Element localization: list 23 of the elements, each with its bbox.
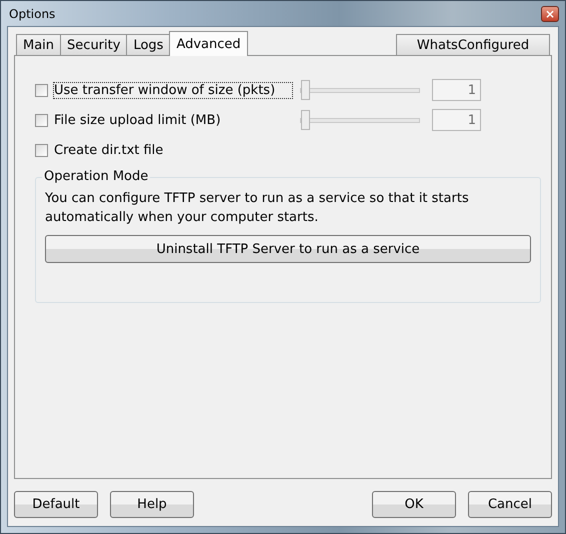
- tab[interactable]: Advanced: [169, 31, 248, 56]
- whats-configured-button[interactable]: WhatsConfigured: [396, 34, 550, 56]
- option-label: Create dir.txt file: [53, 142, 164, 158]
- option-label: Use transfer window of size (pkts): [53, 82, 293, 98]
- slider-thumb[interactable]: [301, 80, 310, 100]
- dialog-button[interactable]: Help: [110, 491, 194, 518]
- option-label: File size upload limit (MB): [53, 112, 222, 128]
- dialog-button[interactable]: Cancel: [468, 491, 552, 518]
- window-title: Options: [8, 6, 56, 20]
- slider-thumb[interactable]: [301, 110, 310, 130]
- tab[interactable]: Security: [60, 34, 128, 56]
- value-field[interactable]: 1: [432, 79, 481, 101]
- description-text: You can configure TFTP server to run as a service so that it starts automatically when your computer starts.: [45, 190, 470, 227]
- dialog-button[interactable]: OK: [372, 491, 456, 518]
- tab[interactable]: Main: [16, 34, 62, 56]
- checkbox[interactable]: [35, 144, 48, 156]
- dialog-button[interactable]: Default: [14, 491, 98, 518]
- tab[interactable]: Logs: [126, 34, 170, 56]
- value-field[interactable]: 1: [432, 109, 481, 131]
- uninstall-service-button[interactable]: Uninstall TFTP Server to run as a service: [45, 235, 531, 263]
- group-title: Operation Mode: [42, 169, 150, 184]
- checkbox[interactable]: [35, 84, 48, 96]
- checkbox[interactable]: [35, 114, 48, 126]
